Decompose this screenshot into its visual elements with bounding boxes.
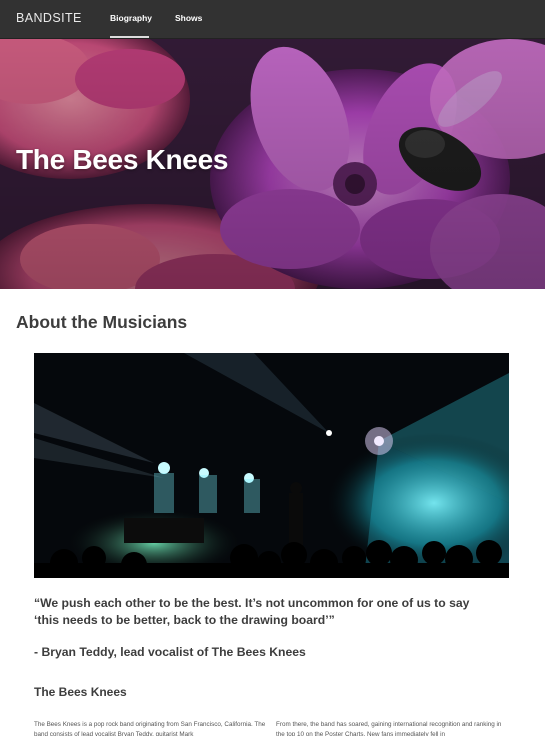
band-heading: The Bees Knees (34, 685, 127, 699)
hero-title: The Bees Knees (16, 144, 229, 175)
active-nav-indicator (110, 36, 149, 38)
hero-banner: The Bees Knees (0, 39, 545, 289)
nav-link-shows[interactable]: Shows (175, 13, 202, 23)
brand-logo[interactable]: BANDSITE (16, 11, 82, 25)
concert-photo (34, 353, 509, 578)
about-heading: About the Musicians (16, 312, 188, 332)
bio-paragraph-right: From there, the band has soared, gaining… (276, 721, 502, 736)
quote-attribution: - Bryan Teddy, lead vocalist of The Bees… (34, 645, 306, 659)
nav-link-biography[interactable]: Biography (110, 13, 152, 23)
musician-quote: “We push each other to be the best. It’s… (34, 596, 470, 627)
top-navbar: BANDSITE Biography Shows (0, 0, 545, 39)
bio-paragraph-left: The Bees Knees is a pop rock band origin… (34, 721, 266, 736)
